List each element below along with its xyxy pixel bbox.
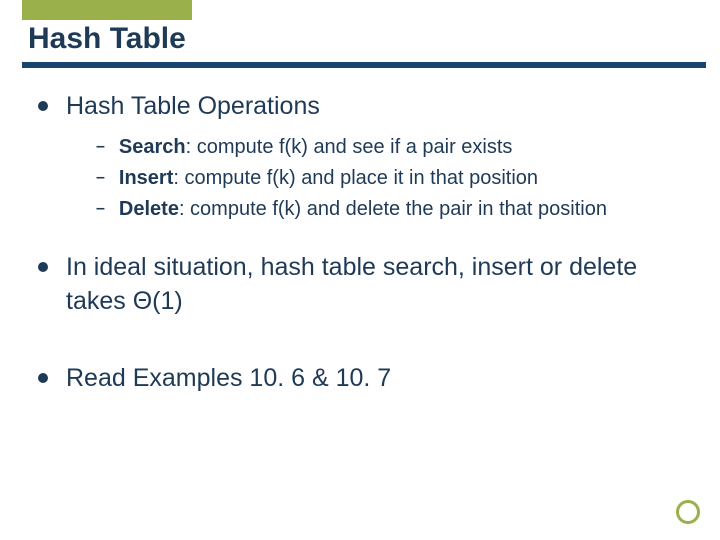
sub-bullet-rest: : compute f(k) and see if a pair exists <box>186 136 513 158</box>
spacer <box>38 328 690 362</box>
bullet-text: Read Examples 10. 6 & 10. 7 <box>66 362 391 396</box>
sub-bullet-rest: : compute f(k) and place it in that posi… <box>173 167 538 189</box>
sub-bullet-bold: Insert <box>119 167 173 189</box>
slide-title: Hash Table <box>28 22 186 56</box>
sub-bullet-item: – Insert: compute f(k) and place it in t… <box>96 165 690 192</box>
dash-icon: – <box>96 138 105 156</box>
sub-bullet-item: – Search: compute f(k) and see if a pair… <box>96 134 690 161</box>
sub-bullet-text: Delete: compute f(k) and delete the pair… <box>119 196 607 223</box>
header-accent-bar <box>22 0 192 20</box>
sub-bullet-text: Insert: compute f(k) and place it in tha… <box>119 165 538 192</box>
bullet-text: In ideal situation, hash table search, i… <box>66 251 690 319</box>
bullet-dot-icon <box>38 373 48 383</box>
slide-content: Hash Table Operations – Search: compute … <box>38 90 690 406</box>
dash-icon: – <box>96 169 105 187</box>
sub-bullet-item: – Delete: compute f(k) and delete the pa… <box>96 196 690 223</box>
bullet-text: Hash Table Operations <box>66 90 320 124</box>
bullet-item: In ideal situation, hash table search, i… <box>38 251 690 319</box>
sub-bullet-list: – Search: compute f(k) and see if a pair… <box>96 134 690 223</box>
bullet-item: Hash Table Operations <box>38 90 690 124</box>
dash-icon: – <box>96 200 105 218</box>
footer-circle-icon <box>676 500 700 524</box>
bullet-item: Read Examples 10. 6 & 10. 7 <box>38 362 690 396</box>
sub-bullet-bold: Search <box>119 136 186 158</box>
sub-bullet-bold: Delete <box>119 198 179 220</box>
title-underline <box>22 62 706 68</box>
bullet-dot-icon <box>38 262 48 272</box>
sub-bullet-text: Search: compute f(k) and see if a pair e… <box>119 134 513 161</box>
sub-bullet-rest: : compute f(k) and delete the pair in th… <box>179 198 607 220</box>
bullet-dot-icon <box>38 101 48 111</box>
